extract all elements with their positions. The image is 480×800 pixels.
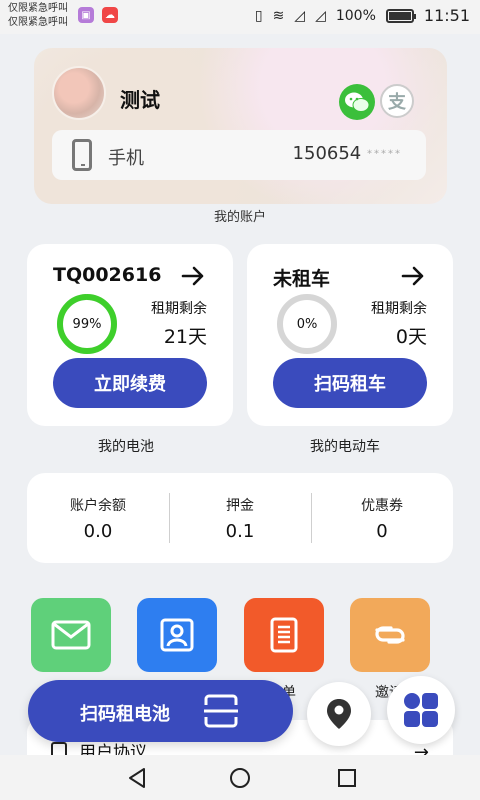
status-line-1: 仅限紧急呼叫 xyxy=(8,3,68,14)
vehicle-progress-label: 0% xyxy=(296,316,318,332)
location-button[interactable] xyxy=(307,682,371,746)
orders-grid-button[interactable] xyxy=(244,598,324,672)
status-time: 11:51 xyxy=(423,6,470,25)
phone-number: 150654 ***** xyxy=(293,143,402,164)
arrow-right-icon xyxy=(401,266,424,286)
link-icon xyxy=(375,626,405,644)
battery-card[interactable]: TQ002616 99% 租期剩余 21天 立即续费 xyxy=(27,244,233,426)
vehicle-remain-value: 0天 xyxy=(395,326,427,348)
scan-icon xyxy=(204,694,238,728)
status-text: 仅限紧急呼叫 仅限紧急呼叫 xyxy=(8,2,68,30)
status-bar: 仅限紧急呼叫 仅限紧急呼叫 ▣ ☁ ▯ ≋ ◿ ◿ 100% 11:51 xyxy=(0,0,480,34)
signal2-icon: ◿ xyxy=(315,7,326,24)
phone-label: 手机 xyxy=(108,148,144,169)
balance-value: 0.0 xyxy=(83,521,113,542)
cloud-icon: ☁ xyxy=(102,7,118,23)
avatar[interactable] xyxy=(52,66,106,120)
phone-number-digits: 150654 xyxy=(292,143,362,164)
status-app-icons: ▣ ☁ xyxy=(78,7,118,23)
battery-id: TQ002616 xyxy=(53,264,162,286)
vehicle-card[interactable]: 未租车 0% 租期剩余 0天 扫码租车 xyxy=(247,244,453,426)
coupon-value: 0 xyxy=(376,521,388,542)
vehicle-remain-label: 租期剩余 xyxy=(371,301,427,317)
wifi-icon: ≋ xyxy=(272,7,285,24)
status-right: ▯ ≋ ◿ ◿ 100% 11:51 xyxy=(255,6,470,25)
home-icon[interactable] xyxy=(229,767,251,789)
battery-remain-label: 租期剩余 xyxy=(151,301,207,317)
deposit-item[interactable]: 押金 0.1 xyxy=(169,473,311,563)
contact-card-icon xyxy=(160,618,194,652)
battery-progress-label: 99% xyxy=(72,316,102,332)
phone-row[interactable]: 手机 150654 ***** xyxy=(52,130,426,180)
renew-button[interactable]: 立即续费 xyxy=(53,358,207,408)
back-icon[interactable] xyxy=(126,767,148,789)
signal-icon: ◿ xyxy=(294,7,306,24)
battery-arrow-button[interactable] xyxy=(179,262,207,290)
alipay-icon[interactable]: 支 xyxy=(380,84,414,118)
gallery-icon: ▣ xyxy=(78,7,94,23)
balance-label: 账户余额 xyxy=(70,498,126,514)
vehicle-progress-ring: 0% xyxy=(275,292,339,356)
vehicle-status: 未租车 xyxy=(273,268,331,290)
deposit-value: 0.1 xyxy=(225,521,255,542)
scan-battery-label: 扫码租电池 xyxy=(80,704,170,725)
invite-grid-button[interactable] xyxy=(350,598,430,672)
apps-button[interactable] xyxy=(387,676,455,744)
scan-rent-car-button[interactable]: 扫码租车 xyxy=(273,358,427,408)
mail-icon xyxy=(51,620,91,650)
scan-rent-battery-button[interactable]: 扫码租电池 xyxy=(28,680,293,742)
battery-icon xyxy=(385,8,416,23)
wechat-bubbles-icon xyxy=(345,92,370,112)
mail-grid-button[interactable] xyxy=(31,598,111,672)
coupon-label: 优惠券 xyxy=(361,498,403,514)
phone-icon xyxy=(72,139,92,171)
location-pin-icon xyxy=(327,699,351,729)
arrow-right-icon xyxy=(181,266,204,286)
deposit-label: 押金 xyxy=(226,498,254,514)
battery-remain-value: 21天 xyxy=(163,326,207,348)
balance-item[interactable]: 账户余额 0.0 xyxy=(27,473,169,563)
recent-apps-icon[interactable] xyxy=(336,767,358,789)
battery-percent: 100% xyxy=(335,7,376,24)
status-line-2: 仅限紧急呼叫 xyxy=(8,17,68,28)
vehicle-arrow-button[interactable] xyxy=(399,262,427,290)
vibrate-icon: ▯ xyxy=(254,7,263,24)
phone-number-mask: ***** xyxy=(367,148,402,160)
battery-progress-ring: 99% xyxy=(55,292,119,356)
wechat-icon[interactable] xyxy=(339,84,375,120)
apps-grid-icon xyxy=(404,693,438,727)
account-caption: 我的账户 xyxy=(213,210,266,225)
contacts-grid-button[interactable] xyxy=(137,598,217,672)
system-nav-bar xyxy=(0,755,480,800)
battery-caption: 我的电池 xyxy=(98,439,154,455)
vehicle-caption: 我的电动车 xyxy=(310,439,380,455)
coupon-item[interactable]: 优惠券 0 xyxy=(311,473,453,563)
account-card[interactable]: 测试 支 手机 150654 ***** xyxy=(34,48,447,204)
username: 测试 xyxy=(120,88,160,112)
balance-card: 账户余额 0.0 押金 0.1 优惠券 0 xyxy=(27,473,453,563)
document-icon xyxy=(270,617,298,653)
